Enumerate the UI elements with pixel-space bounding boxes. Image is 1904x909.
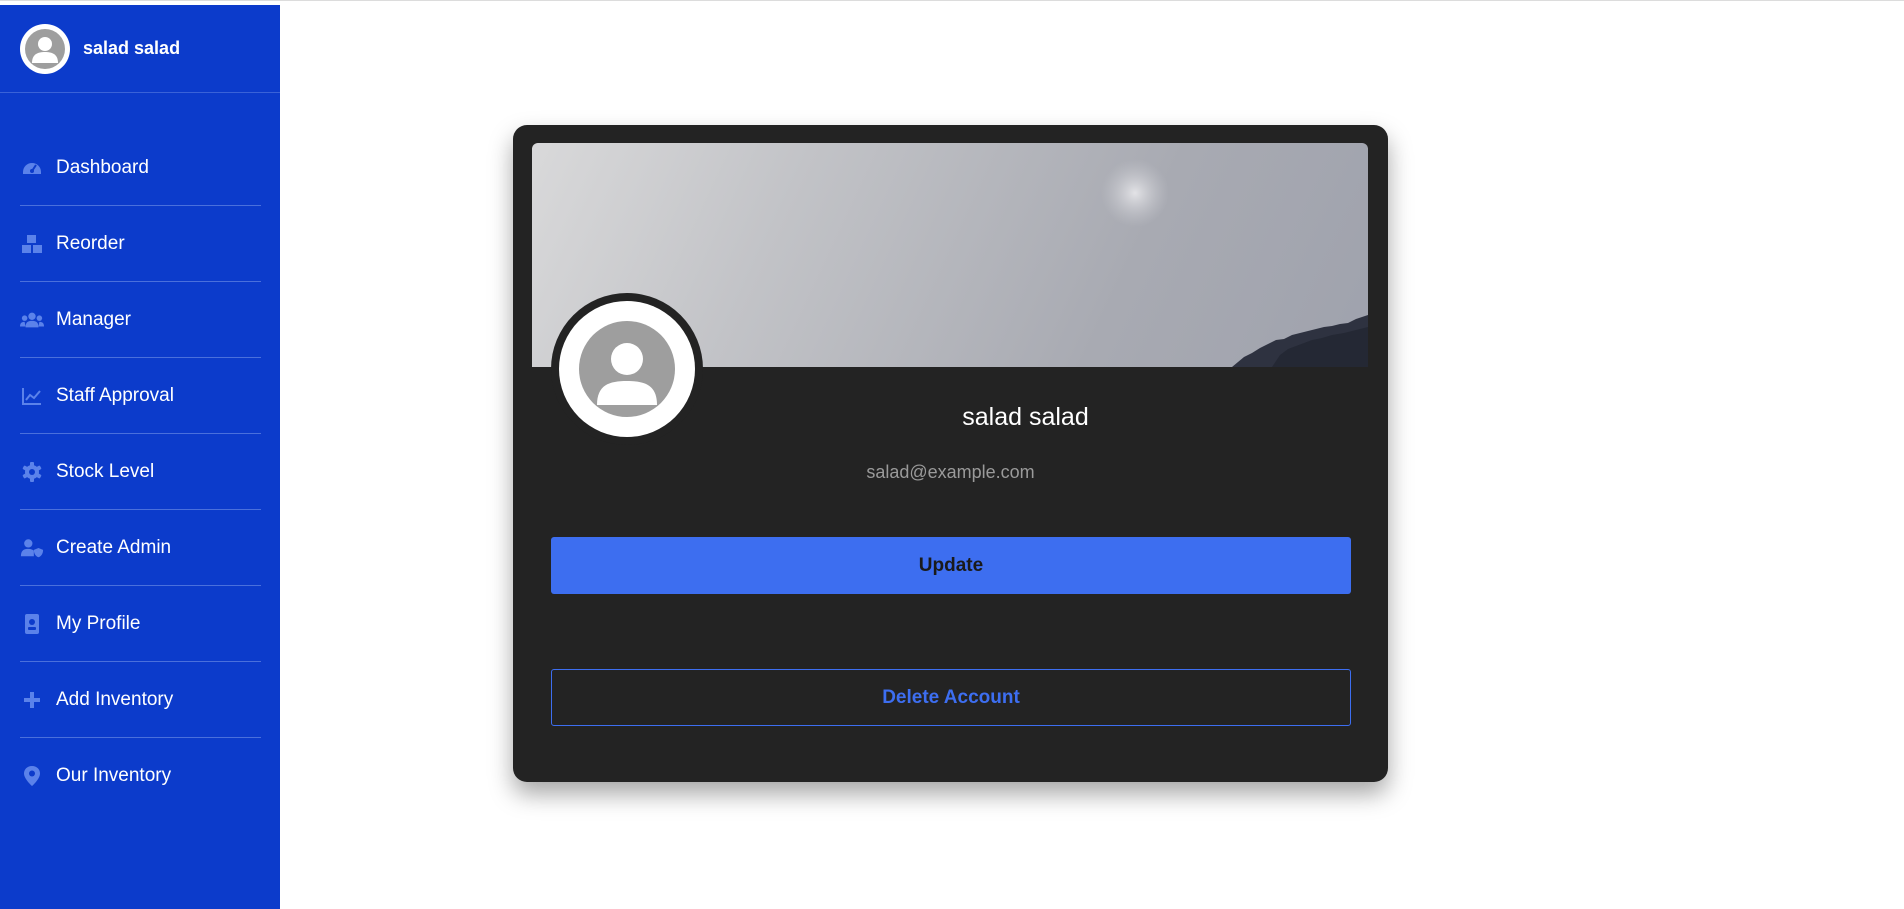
- avatar-user-icon: [25, 28, 65, 69]
- avatar[interactable]: [20, 23, 70, 74]
- sidebar-item-create-admin[interactable]: Create Admin: [20, 510, 261, 586]
- profile-name: salad salad: [962, 403, 1089, 431]
- sidebar-item-label: Add Inventory: [56, 688, 174, 710]
- sidebar-nav: Dashboard Reorder Manager Staff Approval…: [20, 130, 261, 814]
- map-pin-icon: [20, 764, 44, 788]
- sidebar: salad salad Dashboard Reorder Manager St…: [0, 5, 280, 909]
- sidebar-item-add-inventory[interactable]: Add Inventory: [20, 662, 261, 738]
- sidebar-item-reorder[interactable]: Reorder: [20, 206, 261, 282]
- sidebar-item-label: Stock Level: [56, 460, 155, 482]
- sidebar-item-label: Dashboard: [56, 156, 149, 178]
- top-border: [0, 0, 1904, 4]
- sidebar-item-our-inventory[interactable]: Our Inventory: [20, 738, 261, 814]
- sidebar-user-header: salad salad: [0, 5, 280, 93]
- chart-line-icon: [20, 384, 44, 408]
- profile-email: salad@example.com: [866, 462, 1035, 482]
- sidebar-item-my-profile[interactable]: My Profile: [20, 586, 261, 662]
- delete-account-button[interactable]: Delete Account: [551, 669, 1351, 726]
- sidebar-item-manager[interactable]: Manager: [20, 282, 261, 358]
- users-icon: [20, 308, 44, 332]
- user-shield-icon: [20, 536, 44, 560]
- gear-icon: [20, 460, 44, 484]
- sidebar-item-label: Create Admin: [56, 536, 172, 558]
- sidebar-user-name: salad salad: [83, 38, 181, 58]
- sidebar-item-label: Manager: [56, 308, 131, 330]
- update-button[interactable]: Update: [551, 537, 1351, 594]
- sidebar-item-label: Reorder: [56, 232, 125, 254]
- sidebar-item-label: Staff Approval: [56, 384, 174, 406]
- sidebar-item-staff-approval[interactable]: Staff Approval: [20, 358, 261, 434]
- sidebar-item-label: My Profile: [56, 612, 141, 634]
- sidebar-item-stock-level[interactable]: Stock Level: [20, 434, 261, 510]
- profile-avatar[interactable]: [551, 293, 703, 445]
- sidebar-item-dashboard[interactable]: Dashboard: [20, 130, 261, 206]
- boxes-icon: [20, 232, 44, 256]
- plus-icon: [20, 688, 44, 712]
- user-icon: [579, 321, 675, 417]
- sidebar-item-label: Our Inventory: [56, 765, 172, 786]
- profile-card: salad salad salad@example.com Update Del…: [513, 125, 1388, 782]
- dashboard-icon: [20, 156, 44, 180]
- id-badge-icon: [20, 612, 44, 636]
